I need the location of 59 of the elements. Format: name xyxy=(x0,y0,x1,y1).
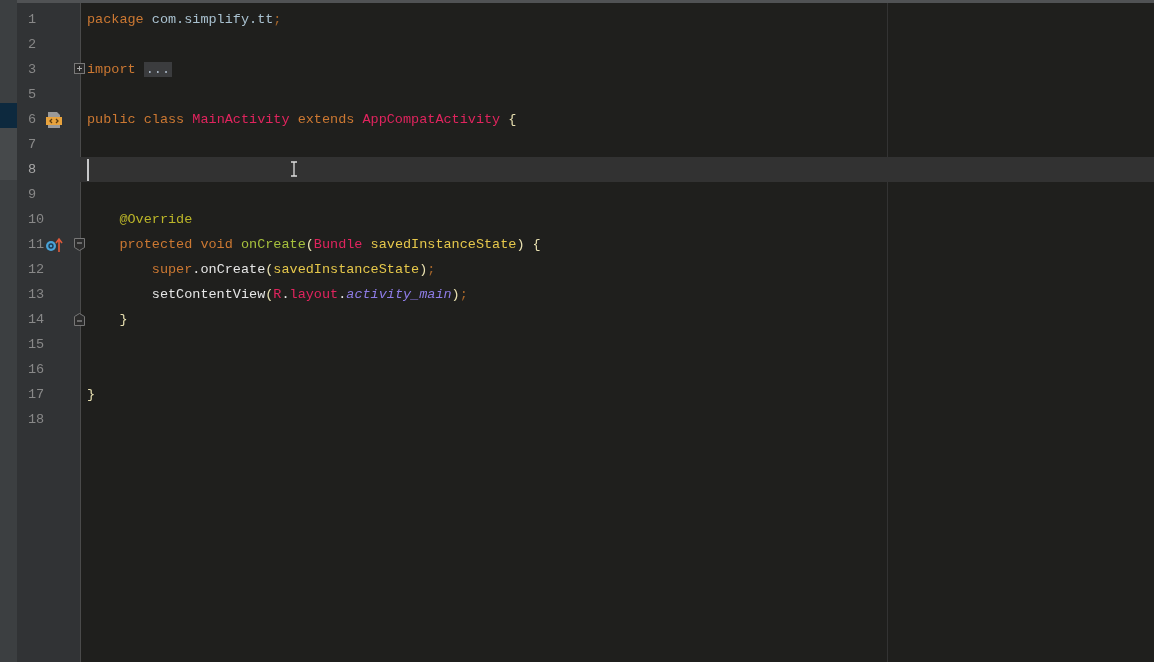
package-name: com.simplify.tt xyxy=(151,12,274,27)
bracket: ) xyxy=(419,262,428,277)
class-name: AppCompatActivity xyxy=(362,112,501,127)
line-number: 6 xyxy=(27,112,38,127)
field-name: activity_main xyxy=(346,287,452,302)
bracket: { xyxy=(507,112,517,127)
collapse-fold-icon[interactable] xyxy=(74,238,85,251)
code-text: . xyxy=(338,287,347,302)
class-name: R xyxy=(273,287,282,302)
line-number: 14 xyxy=(27,312,45,327)
bracket: } xyxy=(118,312,128,327)
code-text: . xyxy=(192,262,201,277)
line-number: 13 xyxy=(27,287,45,302)
text-caret xyxy=(87,158,89,181)
line-number: 1 xyxy=(27,12,38,27)
class-name: MainActivity xyxy=(192,112,290,127)
line-number: 16 xyxy=(27,362,45,377)
line-number: 9 xyxy=(27,187,38,202)
code-text: . xyxy=(281,287,290,302)
override-method-icon[interactable] xyxy=(45,236,63,253)
parameter-name: savedInstanceState xyxy=(273,262,420,277)
line-number: 15 xyxy=(27,337,45,352)
code-text: onCreate xyxy=(200,262,266,277)
line-number: 7 xyxy=(27,137,38,152)
keyword: public class xyxy=(87,112,186,127)
class-name: layout xyxy=(289,287,339,302)
bracket: ) xyxy=(451,287,460,302)
keyword: import xyxy=(87,62,137,77)
line-number: 8 xyxy=(27,162,38,177)
line-number: 12 xyxy=(27,262,45,277)
semicolon: ; xyxy=(427,262,436,277)
folded-code-placeholder[interactable]: ... xyxy=(143,62,173,77)
line-number: 17 xyxy=(27,387,45,402)
line-number: 2 xyxy=(27,37,38,52)
bracket: ( xyxy=(265,287,274,302)
text-cursor-icon xyxy=(290,161,298,177)
semicolon: ; xyxy=(273,12,282,27)
bracket: ( xyxy=(265,262,274,277)
semicolon: ; xyxy=(459,287,468,302)
bracket: ( xyxy=(305,237,314,252)
line-number: 3 xyxy=(27,62,38,77)
method-name: onCreate xyxy=(240,237,306,252)
line-number: 18 xyxy=(27,412,45,427)
line-number: 10 xyxy=(27,212,45,227)
keyword: extends xyxy=(296,112,356,127)
class-name: Bundle xyxy=(313,237,364,252)
annotation: @Override xyxy=(118,212,193,227)
keyword: package xyxy=(87,12,145,27)
keyword: protected void xyxy=(118,237,234,252)
line-number: 5 xyxy=(27,87,38,102)
expand-fold-icon[interactable] xyxy=(74,63,85,74)
line-number: 11 xyxy=(27,237,45,252)
bracket: } xyxy=(87,387,96,402)
keyword: super xyxy=(150,262,193,277)
class-file-icon[interactable] xyxy=(45,110,63,129)
bracket: ) { xyxy=(516,237,541,252)
parameter-name: savedInstanceState xyxy=(370,237,517,252)
fold-end-icon[interactable] xyxy=(74,313,85,326)
code-text: setContentView xyxy=(150,287,266,302)
